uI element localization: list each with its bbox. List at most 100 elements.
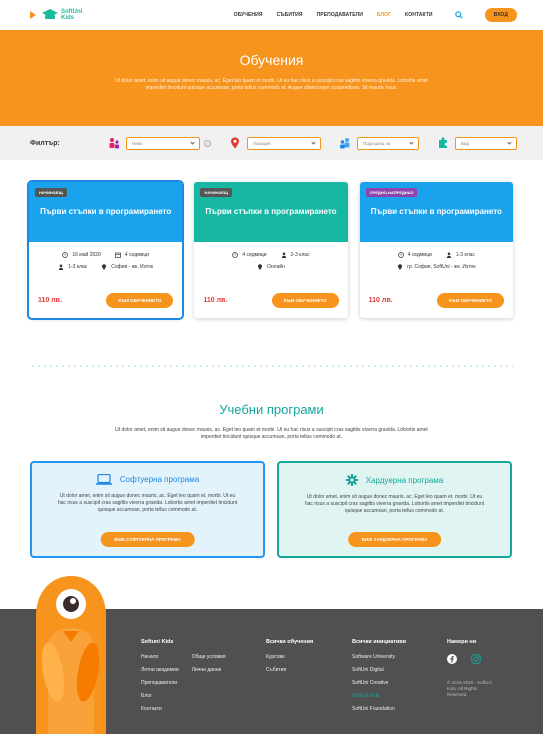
course-details-button[interactable]: КЪМ ОБУЧЕНИЕТО [106,293,174,308]
footer-link[interactable]: Общи условия [192,654,226,660]
course-card-header: СРЕДНО-НАПРЕДНАЛ Първи стъпки в програми… [359,182,513,242]
nav-trainings[interactable]: ОБУЧЕНИЯ [234,12,263,18]
footer-link[interactable]: Събития [266,667,352,673]
course-location: София - жк. Изток [111,264,154,270]
kids-icon [109,138,119,149]
info-row: 4 седмици 1-3 клас [368,252,505,258]
footer-links-b: Общи условия Лични данни [192,654,226,719]
programs-text: Ut dolor amet, enim sit augue donec maur… [115,427,428,440]
course-duration: 4 седмици [242,252,267,258]
footer-link[interactable]: Летни академии [141,667,179,673]
footer-link[interactable]: Блог [141,693,179,699]
footer-link[interactable]: Software University [352,654,447,660]
facebook-icon[interactable] [447,654,457,664]
search-icon[interactable] [454,11,463,19]
footer-link[interactable]: SoftUni Foundation [352,706,447,712]
location-select-placeholder: Локация [252,140,271,146]
course-card[interactable]: СРЕДНО-НАПРЕДНАЛ Първи стъпки в програми… [359,182,513,318]
nav-teachers[interactable]: ПРЕПОДАВАТЕЛИ [317,12,363,18]
programs-title: Учебни програми [219,402,324,417]
hero-text: Ut dolor amet, enim sit augue donec maur… [115,78,428,91]
instagram-icon[interactable] [471,654,481,664]
course-location: Онлайн [267,264,285,270]
nav-events[interactable]: СЪБИТИЯ [277,12,303,18]
info-row: 1-3 клас София - жк. Изток [37,264,174,270]
program-text: Ut dolor amet, enim sit augue donec maur… [57,493,238,513]
course-card-header: НАЧИНАЕЩ Първи стъпки в програмирането [29,182,183,242]
course-card-header: НАЧИНАЕЩ Първи стъпки в програмирането [194,182,348,242]
logo[interactable]: SoftUni Kids [30,9,82,21]
footer-link[interactable]: Начало [141,654,179,660]
copyright: © 2016-2020 - SoftUni Kids. All Rights R… [447,680,492,697]
course-price: 110 лв. [368,297,393,304]
mascot-illustration [36,576,106,734]
view-hardware-program-button[interactable]: ВИЖ ХАРДУЕРНА ПРОГРАМА [347,532,442,547]
footer-link[interactable]: SoftUni Creative [352,680,447,686]
nav-blog[interactable]: БЛОГ [377,12,391,18]
footer-col-title: Softuni Kids [141,639,174,645]
chevron-down-icon [311,139,316,145]
course-list: НАЧИНАЕЩ Първи стъпки в програмирането 1… [0,160,543,320]
type-select[interactable]: Вид [454,136,517,150]
chevron-down-icon [409,139,414,145]
hero-banner: Обучения Ut dolor amet, enim sit augue d… [0,30,543,126]
footer-link[interactable]: Контакти [141,706,179,712]
nav-contacts[interactable]: КОНТАКТИ [405,12,433,18]
view-software-program-button[interactable]: ВИЖ СОФТУЕРНА ПРОГРАМА [100,532,195,547]
social-links [447,654,495,664]
footer-link[interactable]: Преподаватели [141,680,179,686]
level-badge: СРЕДНО-НАПРЕДНАЛ [365,188,418,197]
course-grade: 1-3 клас [68,264,88,270]
location-pin-icon [230,137,239,149]
level-select[interactable]: Ниво [125,136,200,150]
course-price: 110 лв. [203,297,228,304]
level-select-placeholder: Ниво [131,140,143,146]
course-card[interactable]: НАЧИНАЕЩ Първи стъпки в програмирането 1… [26,180,185,320]
course-title: Първи стъпки в програмирането [205,207,337,216]
location-select[interactable]: Локация [246,136,321,150]
course-details-button[interactable]: КЪМ ОБУЧЕНИЕТО [437,293,504,308]
footer-col-title: Всички инициативи [352,639,407,645]
course-details-button[interactable]: КЪМ ОБУЧЕНИЕТО [271,293,339,308]
laptop-icon [95,474,112,485]
person-icon [281,252,286,258]
hardware-program-card: Хардуерна програма Ut dolor amet, enim s… [277,461,512,558]
software-program-card: Софтуерна програма Ut dolor amet, enim s… [30,461,265,558]
course-duration: 4 седмици [407,252,432,258]
filter-bar: Филтър: Ниво ? Локация Подходящ за Вид [0,126,543,160]
filter-level: Ниво ? [108,136,211,150]
footer-link[interactable]: Курсове [266,654,352,660]
info-item: 4 седмици [232,252,267,258]
course-card-footer: 110 лв. КЪМ ОБУЧЕНИЕТО [369,293,504,308]
clock-icon [62,252,69,258]
location-pin-icon [102,264,107,270]
suitable-select-placeholder: Подходящ за [362,140,391,146]
login-button[interactable]: ВХОД [484,8,517,22]
footer-col-find-us: Намери ни © 2016-2020 - SoftUni Kids. Al… [447,639,495,719]
program-title: Софтуерна програма [119,475,200,484]
info-row: Онлайн [202,264,339,270]
location-pin-icon [398,264,403,270]
footer-col-softuni-kids: Softuni Kids Начало Летни академии Препо… [141,639,266,719]
info-item: 4 седмици [114,252,149,258]
course-info: 16 май 2020 4 седмици 1-3 клас София - ж… [29,242,182,270]
footer-link[interactable]: Лични данни [192,667,226,673]
info-row: 16 май 2020 4 седмици [37,252,174,258]
help-icon[interactable]: ? [203,139,211,147]
program-cards: Софтуерна програма Ut dolor amet, enim s… [0,441,543,558]
info-row: гр. София, SoftUni - жк. Изток [368,264,505,270]
chevron-down-icon [190,139,195,145]
footer-link[interactable]: SoftUni Digital [352,667,447,673]
course-title: Първи стъпки в програмирането [370,207,502,216]
puzzle-icon [438,137,447,148]
course-card-footer: 110 лв. КЪМ ОБУЧЕНИЕТО [203,293,339,308]
course-price: 110 лв. [38,297,62,304]
main-nav: ОБУЧЕНИЯ СЪБИТИЯ ПРЕПОДАВАТЕЛИ БЛОГ КОНТ… [234,8,517,22]
footer-link[interactable]: SoftUni Kids [352,693,447,699]
course-card[interactable]: НАЧИНАЕЩ Първи стъпки в програмирането 4… [194,182,348,318]
suitable-select[interactable]: Подходящ за [356,136,419,150]
footer-col-title: Всички обучения [266,639,314,645]
logo-play-icon [30,11,36,19]
footer-col-title: Намери ни [447,639,477,645]
filter-type: Вид [437,136,517,150]
